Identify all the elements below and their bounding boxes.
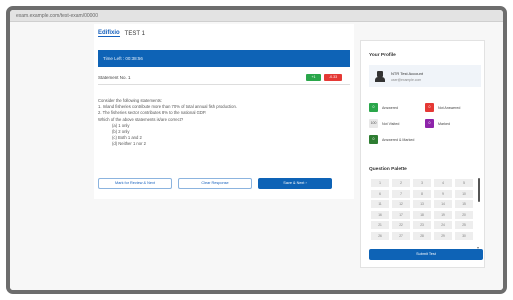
palette-question-button[interactable]: 6	[371, 189, 389, 198]
palette-question-button[interactable]: 10	[455, 189, 473, 198]
palette-question-button[interactable]: 12	[392, 200, 410, 208]
answered-label: Answered	[382, 105, 398, 110]
palette-question-button[interactable]: 18	[413, 210, 431, 219]
timer-bar: Time Left : 00:38:56	[98, 50, 350, 67]
palette-question-button[interactable]: 19	[434, 210, 452, 219]
palette-question-button[interactable]: 24	[434, 221, 452, 229]
status-legend: 0 Answered 0 Not Answered 100 Not Visite…	[369, 103, 483, 151]
palette-question-button[interactable]: 20	[455, 210, 473, 219]
negative-marks-badge: -0.33	[324, 74, 342, 81]
palette-question-button[interactable]: 26	[371, 231, 389, 240]
profile-email: user@example.com	[391, 77, 422, 82]
action-buttons: Mark for Review & Next Clear Response Sa…	[98, 178, 350, 189]
palette-question-button[interactable]: 5	[455, 179, 473, 187]
palette-question-button[interactable]: 16	[371, 210, 389, 219]
palette-question-button[interactable]: 28	[413, 231, 431, 240]
palette-question-button[interactable]: 8	[413, 189, 431, 198]
palette-question-button[interactable]: 21	[371, 221, 389, 229]
not-answered-label: Not Answered	[438, 105, 461, 110]
test-header: Edifixio TEST 1	[98, 30, 145, 37]
options-list: (a) 1 only (b) 2 only (c) Both 1 and 2 (…	[112, 123, 348, 148]
palette-question-button[interactable]: 22	[392, 221, 410, 229]
divider	[98, 84, 350, 85]
user-icon	[375, 70, 385, 82]
palette-question-button[interactable]: 3	[413, 179, 431, 187]
profile-title: Your Profile	[369, 53, 396, 58]
palette-question-button[interactable]: 9	[434, 189, 452, 198]
test-title: TEST 1	[124, 30, 145, 37]
address-bar[interactable]: exam.example.com/test-exam/00000	[10, 10, 503, 22]
palette-question-button[interactable]: 1	[371, 179, 389, 187]
palette-question-button[interactable]: 25	[455, 221, 473, 229]
palette-question-button[interactable]: 29	[434, 231, 452, 240]
brand-logo[interactable]: Edifixio	[98, 30, 120, 37]
marked-label: Marked	[438, 121, 450, 126]
palette-question-button[interactable]: 14	[434, 200, 452, 208]
answered-marked-label: Answered & Marked	[382, 137, 415, 142]
question-palette: 1 2 3 4 5 6 7 8 9 10 11 12 13 14 15 16 17 18 19 20 21 22 23 24 2…	[371, 179, 473, 240]
palette-question-button[interactable]: 4	[434, 179, 452, 187]
palette-title: Question Palette	[369, 167, 407, 172]
positive-marks-badge: +1	[306, 74, 321, 81]
profile-card: NTR Test Account user@example.com	[369, 65, 481, 87]
not-visited-label: Not Visited	[382, 121, 400, 126]
clear-response-button[interactable]: Clear Response	[178, 178, 252, 189]
sidebar: Your Profile NTR Test Account user@examp…	[360, 40, 485, 268]
marked-count: 0	[425, 119, 434, 128]
not-visited-count: 100	[369, 119, 378, 128]
profile-name: NTR Test Account	[391, 70, 423, 76]
palette-question-button[interactable]: 30	[455, 231, 473, 240]
palette-scrollbar[interactable]	[478, 178, 480, 202]
answered-count: 0	[369, 103, 378, 112]
palette-question-button[interactable]: 7	[392, 189, 410, 198]
option-d[interactable]: (d) Neither 1 nor 2	[112, 141, 348, 147]
palette-question-button[interactable]: 23	[413, 221, 431, 229]
palette-question-button[interactable]: 15	[455, 200, 473, 208]
question-body: Consider the following statements: 1. In…	[98, 98, 348, 148]
mark-review-button[interactable]: Mark for Review & Next	[98, 178, 172, 189]
answered-marked-count: 0	[369, 135, 378, 144]
submit-test-button[interactable]: Submit Test	[369, 249, 483, 260]
palette-question-button[interactable]: 27	[392, 231, 410, 240]
palette-question-button[interactable]: 2	[392, 179, 410, 187]
palette-question-button[interactable]: 11	[371, 200, 389, 208]
palette-question-button[interactable]: 17	[392, 210, 410, 219]
browser-frame: exam.example.com/test-exam/00000 Edifixi…	[6, 6, 507, 294]
save-next-button[interactable]: Save & Next ›	[258, 178, 332, 189]
palette-question-button[interactable]: 13	[413, 200, 431, 208]
not-answered-count: 0	[425, 103, 434, 112]
